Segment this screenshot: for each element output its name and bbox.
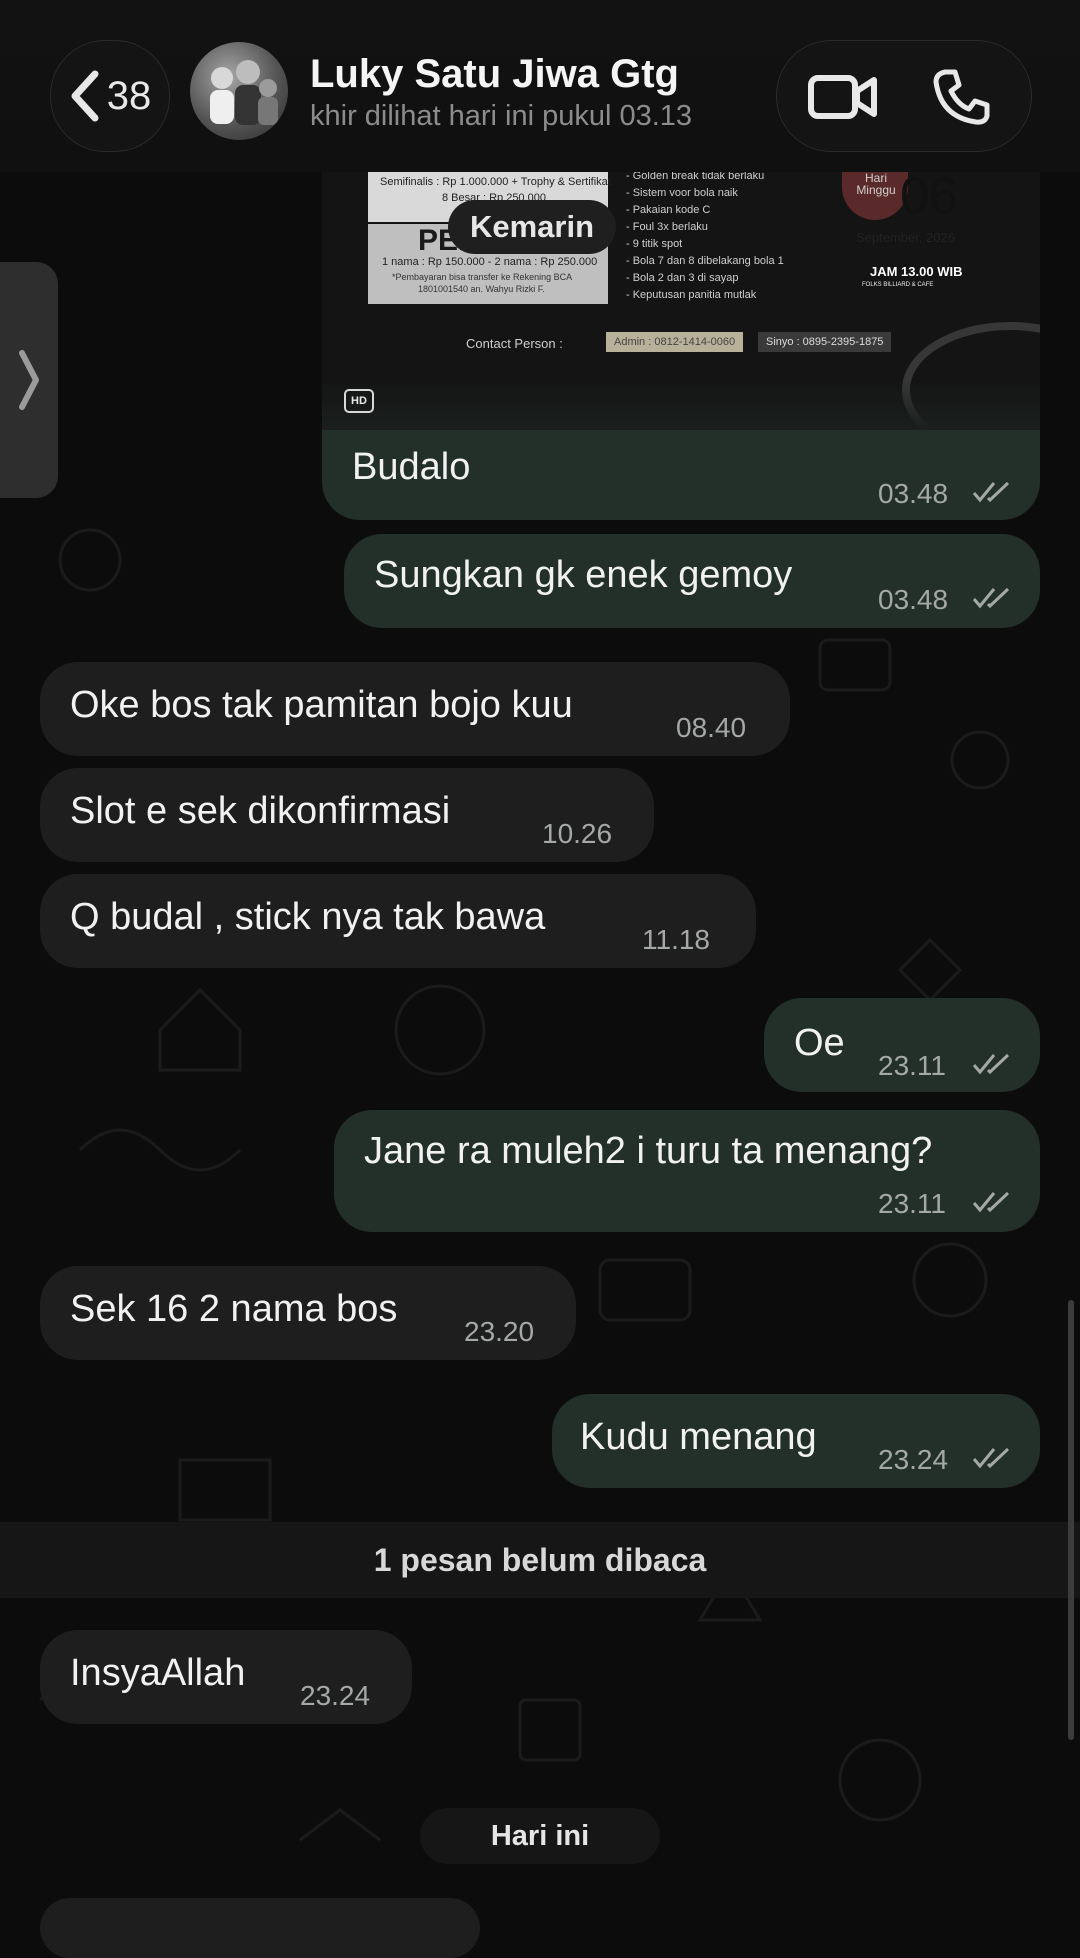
message-text: Sungkan gk enek gemoy [374,554,793,596]
unread-messages-banner: 1 pesan belum dibaca [0,1522,1080,1598]
poster-prize-line: Semifinalis : Rp 1.000.000 + Trophy & Se… [380,176,611,188]
message-time: 10.26 [542,818,613,849]
message-text: InsyaAllah [70,1652,246,1694]
back-button[interactable]: 38 [50,40,170,152]
video-call-button[interactable] [807,61,879,133]
double-check-icon [972,587,1010,609]
scrollbar[interactable] [1068,1300,1074,1740]
poster-rule: - Pakaian kode C [626,204,711,216]
poster-account-line: 1801001540 an. Wahyu Rizki F. [418,284,545,294]
call-actions-group [776,40,1032,152]
last-seen-status: khir dilihat hari ini pukul 03.13 [310,100,693,132]
message-text: Slot e sek dikonfirmasi [70,790,451,832]
double-check-icon [972,1447,1010,1469]
video-camera-icon [808,75,877,119]
message-time: 03.48 [878,584,949,615]
unread-chats-count: 38 [106,73,152,118]
poster-day-label: Hari Minggu [856,172,896,197]
avatar-photo [210,60,278,125]
message-text: Jane ra muleh2 i turu ta menang? [364,1130,933,1172]
poster-fee-line: 1 nama : Rp 150.000 - 2 nama : Rp 250.00… [382,256,598,268]
poster-fade [322,380,1040,430]
message-text: Sek 16 2 nama bos [70,1288,398,1330]
poster-rule: - Keputusan panitia mutlak [626,289,757,301]
message-bubble-incoming[interactable] [40,1898,480,1958]
double-check-icon [972,1053,1010,1075]
phone-icon [933,69,990,125]
date-chip-yesterday: Kemarin [448,200,616,254]
poster-month-year: September, 2026 [856,230,956,245]
date-chip-today: Hari ini [420,1808,660,1864]
message-time: 23.24 [300,1680,371,1711]
poster-time: JAM 13.00 WIB [870,264,963,279]
poster-rule: - Bola 2 dan 3 di sayap [626,272,739,284]
poster-rule: - Sistem voor bola naik [626,187,738,199]
poster-rule: - Bola 7 dan 8 dibelakang bola 1 [626,255,784,267]
chevron-right-icon [19,350,39,410]
event-poster-image[interactable]: Semifinalis : Rp 1.000.000 + Trophy & Se… [322,172,1040,430]
message-text: Oe [794,1022,845,1064]
poster-contact-label: Contact Person : [466,336,563,351]
message-text: Kudu menang [580,1416,817,1458]
chevron-left-icon [71,70,99,122]
poster-rule: - Golden break tidak berlaku [626,172,765,182]
poster-day-number: 06 [900,172,958,225]
message-text: Budalo [352,446,471,488]
message-time: 23.24 [878,1444,949,1475]
message-time: 23.11 [878,1188,946,1219]
double-check-icon [972,481,1010,503]
message-text: Q budal , stick nya tak bawa [70,896,546,938]
contact-name[interactable]: Luky Satu Jiwa Gtg [310,52,679,97]
message-time: 08.40 [676,712,747,743]
message-time: 03.48 [878,478,949,509]
message-text: Oke bos tak pamitan bojo kuu [70,684,573,726]
double-check-icon [972,1191,1010,1213]
poster-rule: - Foul 3x berlaku [626,221,708,233]
poster-venue: FOLKS BILLIARD & CAFE [862,282,934,288]
message-time: 23.11 [878,1050,946,1081]
poster-contact-sinyo: Sinyo : 0895-2395-1875 [758,332,892,352]
contact-avatar[interactable] [190,42,288,140]
poster-rule: - 9 titik spot [626,238,683,250]
message-time: 11.18 [642,924,710,955]
poster-payment-line: *Pembayaran bisa transfer ke Rekening BC… [392,272,573,282]
poster-contact-admin: Admin : 0812-1414-0060 [606,332,744,352]
message-time: 23.20 [464,1316,535,1347]
hd-badge: HD [344,389,374,413]
chat-header: 38 Luky Satu Jiwa Gtg khir dilihat hari … [0,0,1080,172]
side-panel-toggle[interactable] [0,262,58,498]
voice-call-button[interactable] [925,61,997,133]
